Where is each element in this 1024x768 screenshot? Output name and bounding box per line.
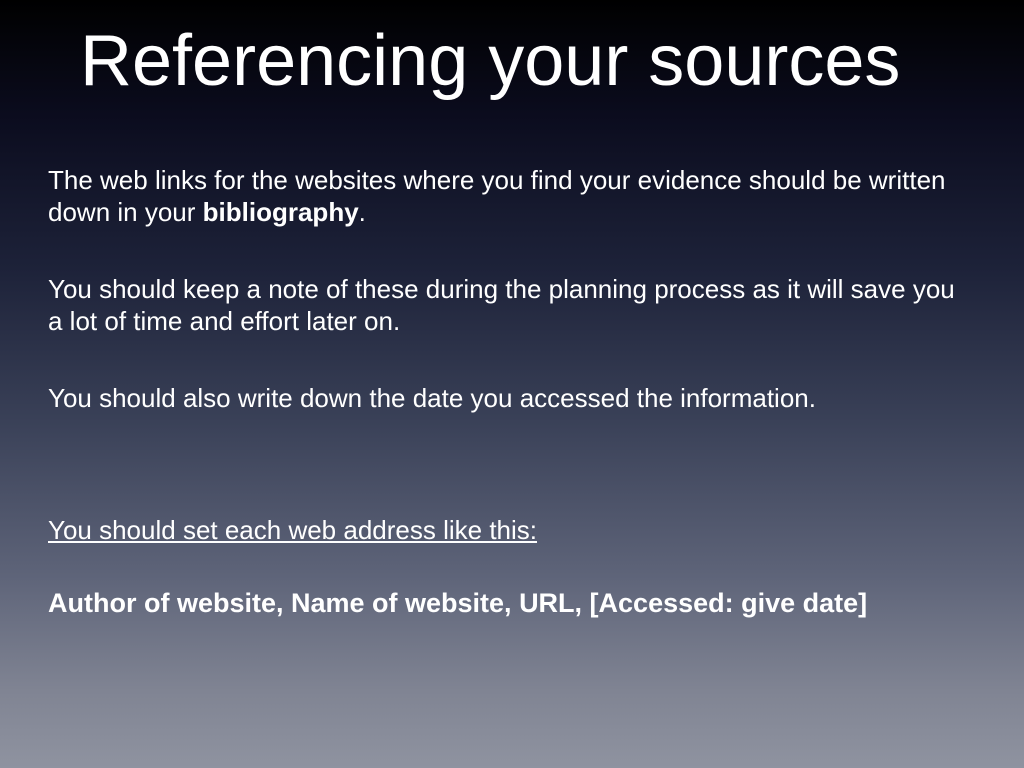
citation-format: Author of website, Name of website, URL,… <box>48 587 976 621</box>
text-bibliography-lead: The web links for the websites where you… <box>48 165 945 228</box>
instruction-heading: You should set each web address like thi… <box>48 514 976 547</box>
text-bibliography-bold: bibliography <box>203 197 359 227</box>
text-bibliography-tail: . <box>359 197 366 227</box>
paragraph-planning: You should keep a note of these during t… <box>48 273 976 338</box>
paragraph-date: You should also write down the date you … <box>48 382 976 415</box>
slide-title: Referencing your sources <box>48 0 976 100</box>
slide-body: The web links for the websites where you… <box>48 100 976 621</box>
slide: Referencing your sources The web links f… <box>0 0 1024 768</box>
paragraph-bibliography: The web links for the websites where you… <box>48 164 976 229</box>
